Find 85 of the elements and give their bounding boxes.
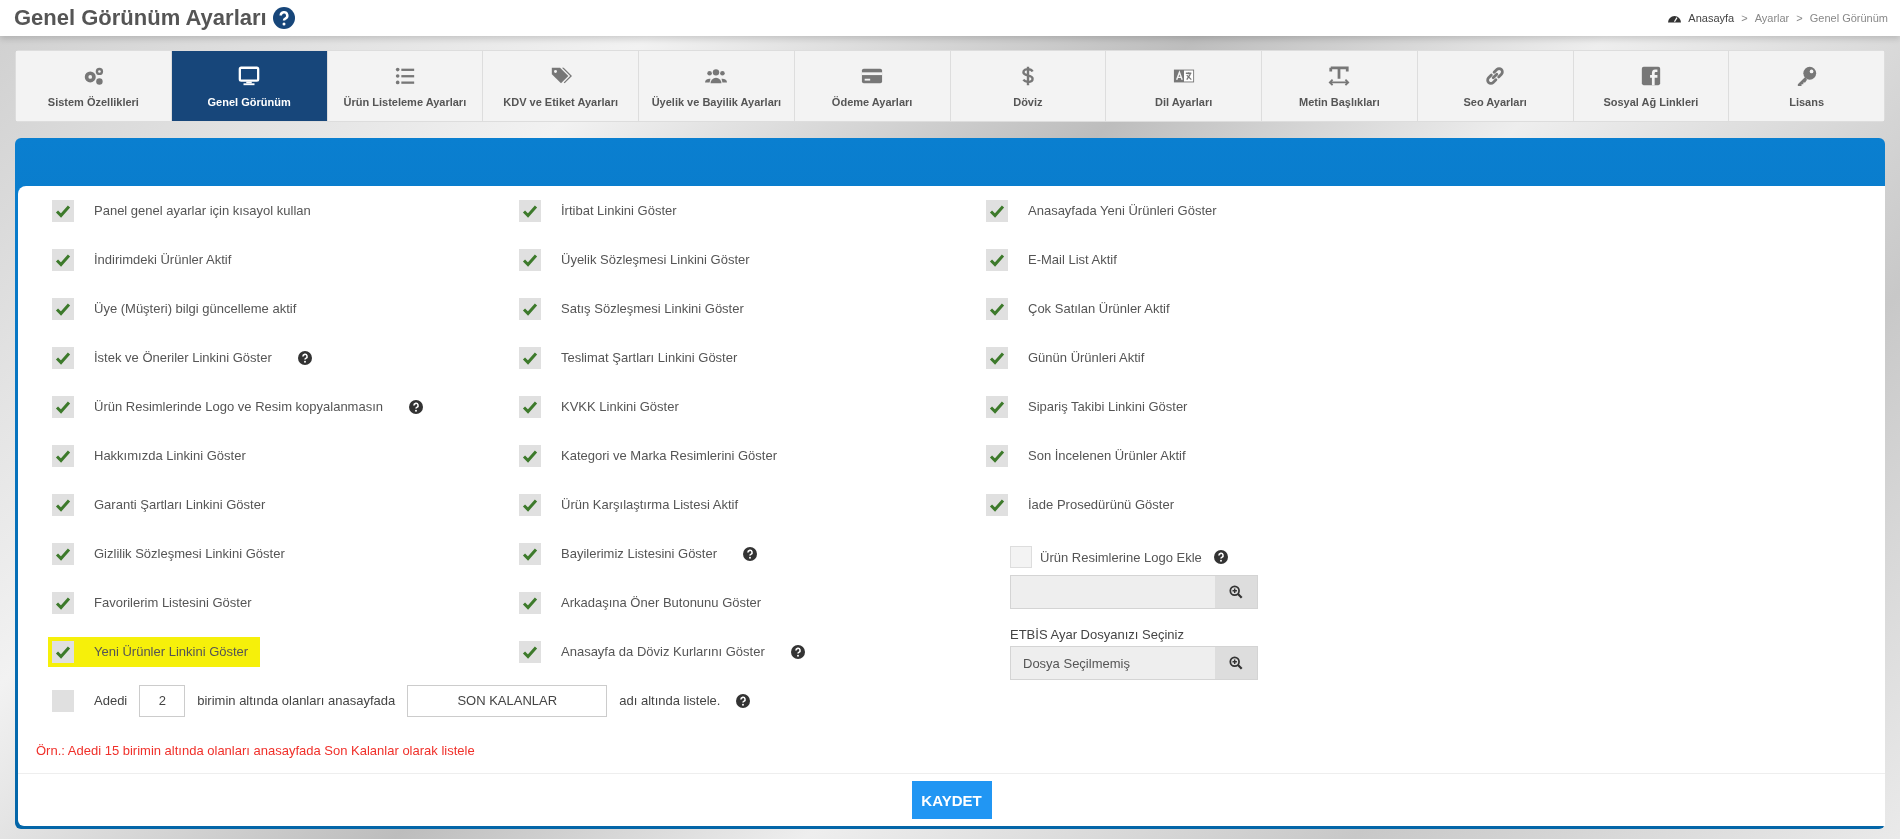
option-label: Anasayfa da Döviz Kurlarını Göster [561, 644, 765, 659]
option-label: KVKK Linkini Göster [561, 399, 679, 414]
option-label: Arkadaşına Öner Butonunu Göster [561, 595, 762, 610]
checkbox[interactable] [519, 640, 541, 663]
tab[interactable]: Genel Görünüm [171, 51, 328, 121]
option-label: Satış Sözleşmesi Linkini Göster [561, 301, 744, 316]
checkbox[interactable] [519, 199, 541, 222]
checkbox[interactable] [986, 444, 1008, 467]
option-label: Üyelik Sözleşmesi Linkini Göster [561, 252, 750, 267]
checkbox[interactable] [519, 248, 541, 271]
checkbox[interactable] [52, 640, 74, 663]
option-label: Kategori ve Marka Resimlerini Göster [561, 448, 778, 463]
checkbox[interactable] [52, 444, 74, 467]
option-label: Yeni Ürünler Linkini Göster [94, 644, 249, 659]
option-label: Günün Ürünleri Aktif [1028, 350, 1145, 365]
quantity-label: Adedi [94, 693, 128, 708]
option-label: E-Mail List Aktif [1028, 252, 1117, 267]
checkbox[interactable] [52, 346, 74, 369]
option-label: Sipariş Takibi Linkini Göster [1028, 399, 1188, 414]
option-label: Bayilerimiz Listesini Göster [561, 546, 718, 561]
option-label: Ürün Resimlerinde Logo ve Resim kopyalanmasın [94, 399, 384, 414]
logo-file-field[interactable] [1010, 575, 1258, 609]
checkbox[interactable] [519, 395, 541, 418]
checkbox[interactable] [52, 297, 74, 320]
field-label: ETBİS Ayar Dosyanızı Seçiniz [1010, 627, 1185, 642]
help-icon[interactable] [409, 399, 424, 414]
breadcrumb-link[interactable]: Anasayfa [1688, 12, 1735, 24]
breadcrumb-link[interactable]: Genel Görünüm [1809, 12, 1888, 24]
option-label: Panel genel ayarlar için kısayol kullan [94, 203, 311, 218]
checkbox[interactable] [52, 493, 74, 516]
checkbox[interactable] [519, 346, 541, 369]
breadcrumb-link[interactable]: Ayarlar [1754, 12, 1790, 24]
help-icon[interactable] [272, 7, 295, 29]
page-title: Genel Görünüm Ayarları [14, 5, 267, 31]
checkbox[interactable] [986, 493, 1008, 516]
checkbox[interactable] [986, 395, 1008, 418]
option-label: Garanti Şartları Linkini Göster [94, 497, 266, 512]
text-height-icon [1327, 64, 1352, 87]
option-label: Hakkımızda Linkini Göster [94, 448, 246, 463]
checkbox[interactable] [519, 542, 541, 565]
checkbox[interactable] [52, 395, 74, 418]
etbis-file-field[interactable]: Dosya Seçilmemiş [1010, 646, 1258, 680]
option-label: Son İncelenen Ürünler Aktif [1028, 448, 1186, 463]
zoom-in-icon [1229, 656, 1243, 670]
list-suffix-text: adı altında listele. [619, 693, 721, 708]
help-icon[interactable] [790, 644, 805, 659]
checkbox[interactable] [52, 591, 74, 614]
breadcrumb-separator: > [1796, 12, 1803, 24]
tab[interactable]: Sistem Özellikleri [16, 51, 172, 121]
checkbox[interactable] [986, 297, 1008, 320]
option-label: İstek ve Öneriler Linkini Göster [94, 350, 272, 365]
checkbox[interactable] [986, 199, 1008, 222]
help-icon[interactable] [736, 693, 751, 708]
option-label: İndirimdeki Ürünler Aktif [94, 252, 232, 267]
option-label: Favorilerim Listesini Göster [94, 595, 252, 610]
option-label: Çok Satılan Ürünler Aktif [1028, 301, 1170, 316]
checkbox[interactable] [52, 689, 74, 712]
option-label: Gizlilik Sözleşmesi Linkini Göster [94, 546, 285, 561]
option-label: Ürün Resimlerine Logo Ekle [1040, 549, 1202, 565]
option-label: Ürün Karşılaştırma Listesi Aktif [561, 497, 738, 512]
checkbox[interactable] [519, 493, 541, 516]
checkbox[interactable] [52, 542, 74, 565]
help-icon[interactable] [297, 350, 312, 365]
zoom-in-icon [1229, 585, 1243, 599]
example-note: Örn.: Adedi 15 birimin altında olanları anasayfada Son Kalanlar olarak listele [36, 742, 476, 758]
checkbox[interactable] [52, 248, 74, 271]
monitor-icon [237, 64, 262, 87]
browse-button[interactable] [1215, 576, 1257, 608]
option-label: Üye (Müşteri) bilgi güncelleme aktif [94, 301, 297, 316]
option-label: İrtibat Linkini Göster [561, 203, 677, 218]
checkbox[interactable] [52, 199, 74, 222]
option-label: İade Prosedürünü Göster [1028, 497, 1174, 512]
checkbox[interactable] [519, 444, 541, 467]
checkbox[interactable] [519, 297, 541, 320]
help-icon[interactable] [743, 546, 758, 561]
option-label: Anasayfada Yeni Ürünleri Göster [1028, 203, 1217, 218]
checkbox[interactable] [986, 248, 1008, 271]
list-name-field[interactable]: SON KALANLAR [407, 684, 608, 717]
quantity-field[interactable]: 2 [139, 684, 186, 717]
option-label: Teslimat Şartları Linkini Göster [561, 350, 738, 365]
breadcrumb-separator: > [1741, 12, 1748, 24]
checkbox[interactable] [519, 591, 541, 614]
checkbox[interactable] [986, 346, 1008, 369]
threshold-text: birimin altında olanları anasayfada [197, 693, 396, 708]
browse-button[interactable] [1215, 647, 1257, 679]
